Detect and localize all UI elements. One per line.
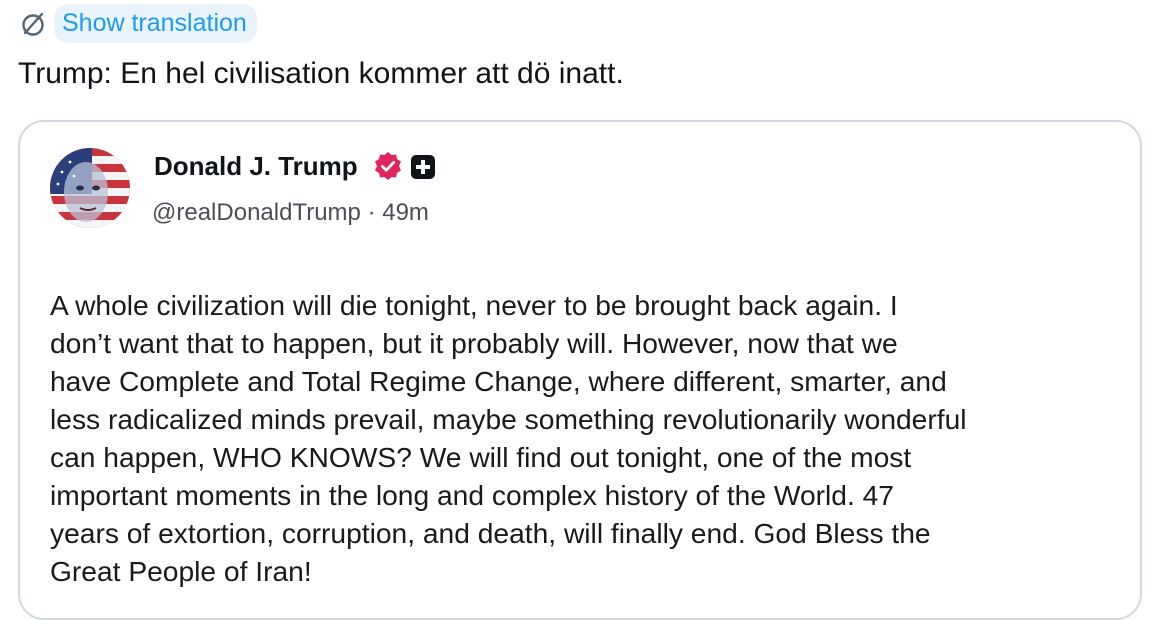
translate-globe-icon[interactable] bbox=[18, 9, 48, 39]
quoted-post-card[interactable]: Donald J. Trump @realDonaldTrump · 49m A… bbox=[18, 120, 1142, 620]
verified-badge-icon bbox=[372, 150, 404, 182]
translate-row: Show translation bbox=[18, 4, 257, 43]
show-translation-button[interactable]: Show translation bbox=[54, 4, 257, 43]
tweet-text: Trump: En hel civilisation kommer att dö… bbox=[18, 57, 624, 90]
quoted-post-text: A whole civilization will die tonight, n… bbox=[50, 289, 967, 587]
author-handle[interactable]: @realDonaldTrump bbox=[152, 199, 361, 226]
author-name[interactable]: Donald J. Trump bbox=[154, 150, 358, 182]
handle-row: @realDonaldTrump · 49m bbox=[152, 198, 429, 228]
post-time[interactable]: 49m bbox=[382, 199, 429, 226]
plus-icon bbox=[410, 154, 436, 180]
avatar[interactable] bbox=[50, 148, 130, 228]
separator: · bbox=[367, 199, 376, 226]
